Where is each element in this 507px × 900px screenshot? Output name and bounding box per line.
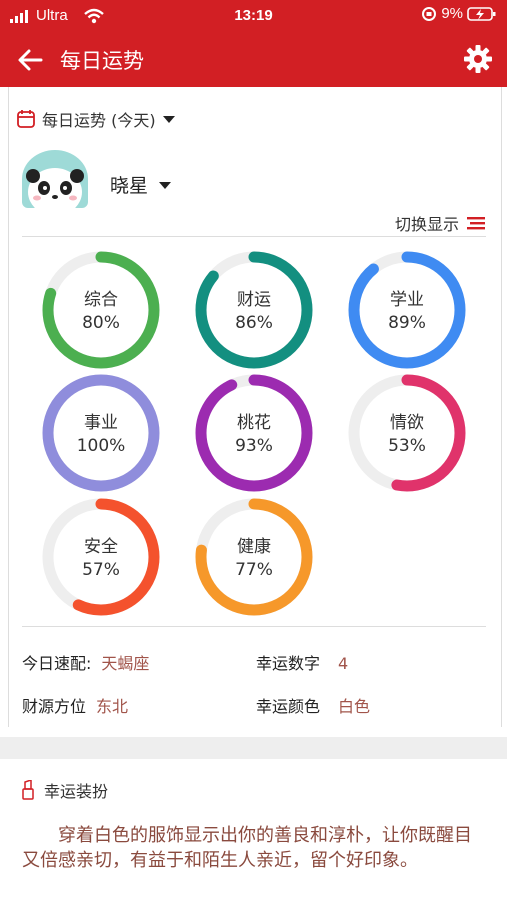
fortune-percent: 53%: [388, 436, 426, 456]
back-arrow-icon[interactable]: [16, 46, 44, 74]
dropdown-triangle-icon: [159, 181, 172, 189]
dropdown-triangle-icon: [162, 116, 175, 123]
section-divider: [0, 737, 507, 759]
fortune-ring[interactable]: 桃花 93%: [193, 372, 315, 494]
ring-chart: [42, 251, 160, 369]
fortune-percent: 89%: [388, 313, 426, 333]
toggle-display-button[interactable]: 切换显示: [395, 211, 485, 235]
divider: [22, 236, 486, 237]
fortune-percent: 77%: [235, 560, 273, 580]
list-icon: [467, 217, 485, 230]
ring-chart: [195, 498, 313, 616]
match-sign-key: 今日速配:: [22, 654, 92, 673]
ring-chart: [348, 374, 466, 492]
fortune-ring[interactable]: 学业 89%: [346, 249, 468, 371]
ring-chart: [195, 374, 313, 492]
ring-chart: [348, 251, 466, 369]
ring-chart: [42, 498, 160, 616]
battery-percent: 9%: [441, 5, 463, 22]
fortune-label: 健康: [237, 537, 271, 557]
fortune-label: 财运: [237, 290, 271, 310]
lucky-number: 幸运数字 4: [256, 650, 348, 674]
fortune-label: 情欲: [390, 413, 424, 433]
battery-charging-icon: [467, 6, 496, 21]
wealth-direction-value: 东北: [96, 697, 129, 716]
match-sign-value: 天蝎座: [101, 654, 150, 673]
divider: [22, 626, 486, 627]
fortune-ring[interactable]: 事业 100%: [40, 372, 162, 494]
fortune-label: 事业: [84, 413, 118, 433]
app-bar: 每日运势: [0, 32, 507, 87]
fortune-label: 安全: [84, 537, 118, 557]
lucky-color-key: 幸运颜色: [256, 697, 321, 716]
user-name: 晓星: [110, 175, 149, 197]
date-selector-label: 每日运势 (今天): [42, 111, 156, 130]
ring-chart: [195, 251, 313, 369]
user-selector[interactable]: 晓星: [110, 171, 172, 198]
fortune-ring[interactable]: 综合 80%: [40, 249, 162, 371]
page-title: 每日运势: [60, 49, 144, 73]
fortune-ring[interactable]: 情欲 53%: [346, 372, 468, 494]
lucky-color: 幸运颜色 白色: [256, 693, 370, 717]
fortune-percent: 80%: [82, 313, 120, 333]
gear-icon[interactable]: [463, 44, 493, 74]
panda-icon: [26, 168, 84, 208]
fortune-label: 学业: [390, 290, 424, 310]
lucky-number-value: 4: [338, 654, 349, 673]
wealth-direction: 财源方位 东北: [22, 693, 128, 717]
fortune-ring[interactable]: 财运 86%: [193, 249, 315, 371]
fortune-label: 桃花: [237, 413, 271, 433]
toggle-display-label: 切换显示: [394, 215, 459, 234]
lucky-outfit-text: 穿着白色的服饰显示出你的善良和淳朴，让你既醒目又倍感亲切，有益于和陌生人亲近，留…: [22, 825, 472, 871]
status-bar: Ultra 13:19 9%: [0, 0, 507, 32]
ring-chart: [42, 374, 160, 492]
avatar: [22, 150, 88, 208]
date-selector[interactable]: 每日运势 (今天): [16, 107, 176, 131]
fortune-percent: 93%: [235, 436, 273, 456]
fortune-ring[interactable]: 安全 57%: [40, 496, 162, 618]
fortune-percent: 57%: [82, 560, 120, 580]
fortune-ring[interactable]: 健康 77%: [193, 496, 315, 618]
lucky-outfit-header: 幸运装扮: [22, 778, 108, 802]
lipstick-icon: [22, 780, 34, 800]
lucky-color-value: 白色: [338, 697, 371, 716]
wealth-direction-key: 财源方位: [22, 697, 87, 716]
fortune-label: 综合: [84, 290, 118, 310]
lucky-number-key: 幸运数字: [256, 654, 321, 673]
calendar-icon: [17, 110, 35, 128]
fortune-percent: 100%: [76, 436, 126, 456]
match-sign: 今日速配: 天蝎座: [22, 650, 149, 674]
orientation-lock-icon: [422, 6, 437, 21]
fortune-percent: 86%: [235, 313, 273, 333]
lucky-outfit-title: 幸运装扮: [44, 782, 109, 801]
status-right: 9%: [421, 5, 497, 22]
